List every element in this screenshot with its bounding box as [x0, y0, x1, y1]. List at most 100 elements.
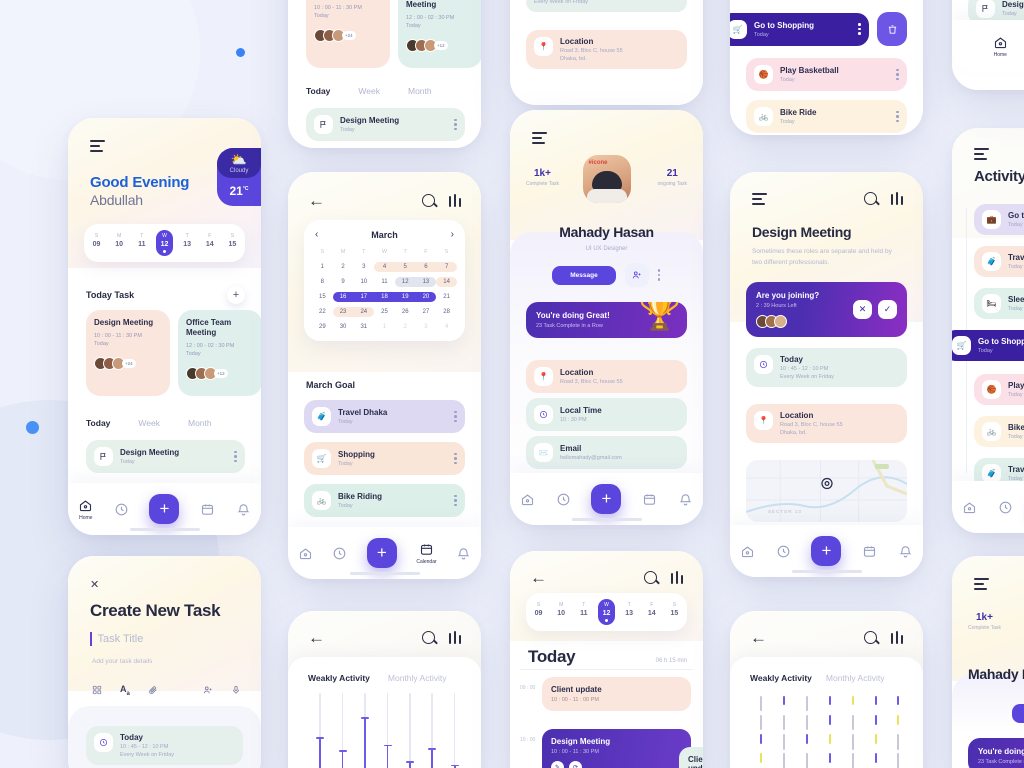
nav-home[interactable] — [298, 546, 313, 561]
tab-week[interactable]: Week — [358, 86, 380, 96]
message-button[interactable]: Message — [1012, 704, 1024, 723]
chart-tab-monthly[interactable]: Monthly Activity — [826, 673, 885, 683]
nav-home[interactable] — [740, 544, 755, 559]
kebab-menu-icon[interactable] — [454, 494, 457, 507]
day-cell[interactable]: S 09 — [530, 599, 547, 625]
back-button[interactable]: ← — [530, 569, 547, 586]
timeline-event[interactable]: 10 : 00 Design Meeting 10 : 00 - 11 : 30… — [520, 729, 691, 768]
calendar-day[interactable]: 25 — [374, 307, 395, 317]
activity-item[interactable]: 💼 Go to Office Today — [974, 204, 1024, 235]
edit-icon[interactable]: ✎ — [551, 761, 564, 768]
calendar-day[interactable]: 8 — [312, 277, 333, 287]
menu-button-activity[interactable] — [974, 148, 990, 160]
tab-today[interactable]: Today — [306, 86, 330, 96]
tab-month[interactable]: Month — [408, 86, 432, 96]
nav-clock[interactable] — [556, 492, 571, 507]
task-card[interactable]: Design Meeting 10 : 00 - 11 : 30 PM Toda… — [86, 310, 170, 396]
nav-bell[interactable] — [236, 502, 251, 517]
calendar-day[interactable]: 3 — [416, 322, 437, 332]
goal-item[interactable]: 🧳 Travel Dhaka Today — [304, 400, 465, 433]
calendar-day[interactable]: 2 — [395, 322, 416, 332]
calendar-day[interactable]: 12 — [394, 277, 416, 287]
task-card[interactable]: Design Meeting 10 : 00 - 11 : 30 PM Toda… — [306, 0, 390, 68]
calendar-day-selected[interactable]: 19 — [394, 292, 416, 302]
kebab-menu-icon[interactable] — [858, 23, 861, 35]
add-button-fab[interactable]: + — [811, 536, 842, 566]
schedule-card[interactable]: Today 10 : 45 - 12 : 10 PM Every Week on… — [746, 348, 907, 387]
day-cell[interactable]: T 13 — [621, 599, 638, 625]
filter-icon[interactable] — [449, 194, 463, 207]
map-preview[interactable]: SECTOR 13 — [746, 460, 907, 522]
menu-icon[interactable] — [752, 192, 768, 205]
info-card[interactable]: Every Week on Friday — [526, 0, 687, 12]
back-button[interactable]: ← — [308, 629, 325, 646]
day-cell[interactable]: S 15 — [666, 599, 683, 625]
activity-item[interactable]: 🛏 Sleeping Today — [974, 288, 1024, 319]
day-cell[interactable]: M 10 — [553, 599, 570, 625]
decline-button[interactable]: ✕ — [853, 300, 872, 319]
calendar-day[interactable]: 31 — [353, 322, 374, 332]
avatar[interactable]: #icone — [582, 155, 631, 203]
nav-home[interactable] — [962, 500, 977, 515]
event-card-next[interactable]: Client update 10 : 00 — [679, 747, 703, 768]
calendar-day-selected[interactable]: 16 — [332, 292, 354, 302]
day-cell[interactable]: T 13 — [179, 230, 196, 256]
day-cell-selected[interactable]: W 12 — [155, 230, 173, 256]
task-list-item[interactable]: Design Meeting Today — [86, 440, 245, 473]
day-cell[interactable]: F 14 — [201, 230, 218, 256]
mic-icon[interactable] — [231, 685, 241, 695]
calendar-day-selected[interactable]: 20 — [415, 292, 437, 302]
kebab-menu-icon[interactable] — [454, 118, 457, 131]
search-icon[interactable] — [864, 192, 877, 205]
activity-item[interactable]: 🏀 Play Basketball Today — [974, 374, 1024, 405]
editor-toolbar[interactable]: Aa — [92, 684, 241, 697]
day-cell[interactable]: T 11 — [575, 599, 592, 625]
calendar-widget[interactable]: ‹ March › S M T W T F S 1 2 3 4 5 6 7 8 … — [304, 220, 465, 341]
info-local-time[interactable]: Local Time 10 : 30 PM — [526, 398, 687, 431]
search-icon[interactable] — [864, 631, 877, 644]
day-cell-selected[interactable]: W 12 — [597, 599, 615, 625]
nav-calendar[interactable]: Calendar — [416, 542, 437, 565]
nav-bell[interactable] — [898, 544, 913, 559]
kebab-menu-icon[interactable] — [896, 68, 899, 81]
task-card[interactable]: Office Team Meeting 12 : 00 - 02 : 30 PM… — [398, 0, 481, 68]
calendar-day[interactable]: 30 — [333, 322, 354, 332]
chart-tab-weekly[interactable]: Weakly Activity — [308, 673, 370, 683]
attach-icon[interactable] — [148, 685, 158, 695]
day-cell[interactable]: M 10 — [111, 230, 128, 256]
event-card[interactable]: Client update 10 : 00 - 11 : 00 PM — [542, 677, 691, 711]
nav-bell[interactable] — [678, 492, 693, 507]
nav-home[interactable]: Home — [993, 35, 1008, 58]
calendar-day[interactable]: 11 — [374, 277, 395, 287]
timeline-event[interactable]: 09 : 00 Client update 10 : 00 - 11 : 00 … — [520, 677, 691, 711]
delete-button[interactable] — [877, 12, 907, 46]
tab-week[interactable]: Week — [138, 418, 160, 428]
nav-calendar[interactable] — [642, 492, 657, 507]
calendar-day[interactable]: 23 — [332, 307, 354, 317]
nav-clock[interactable] — [114, 502, 129, 517]
kebab-menu-icon[interactable] — [896, 110, 899, 123]
calendar-day-selected[interactable]: 18 — [374, 292, 395, 302]
calendar-grid[interactable]: S M T W T F S 1 2 3 4 5 6 7 8 9 10 11 12… — [312, 247, 457, 332]
chart-tab-monthly[interactable]: Monthly Activity — [388, 673, 447, 683]
weather-widget[interactable]: ⛅ Cloudy 21°C — [217, 148, 261, 206]
calendar-day-selected[interactable]: 17 — [353, 292, 375, 302]
calendar-day[interactable]: 22 — [312, 307, 333, 317]
close-button[interactable]: ✕ — [90, 578, 99, 591]
search-icon[interactable] — [422, 194, 435, 207]
tab-month[interactable]: Month — [188, 418, 212, 428]
activity-item-active[interactable]: 🛒 Go to Shopping Today — [952, 330, 1024, 361]
add-person-icon[interactable] — [203, 685, 213, 695]
calendar-day[interactable]: 2 — [333, 262, 354, 272]
calendar-day[interactable]: 1 — [374, 322, 395, 332]
calendar-day[interactable]: 15 — [312, 292, 333, 302]
week-strip[interactable]: S 09 M 10 T 11 W 12 T 13 F 14 S 15 — [84, 224, 245, 262]
search-icon[interactable] — [644, 571, 657, 584]
calendar-day[interactable]: 6 — [415, 262, 437, 272]
day-cell[interactable]: F 14 — [643, 599, 660, 625]
kebab-menu-icon[interactable] — [454, 452, 457, 465]
back-button[interactable]: ← — [750, 629, 767, 646]
calendar-day[interactable]: 14 — [436, 277, 457, 287]
menu-button-home[interactable] — [90, 140, 106, 152]
week-strip[interactable]: S 09 M 10 T 11 W 12 T 13 F 14 S 15 — [526, 593, 687, 631]
